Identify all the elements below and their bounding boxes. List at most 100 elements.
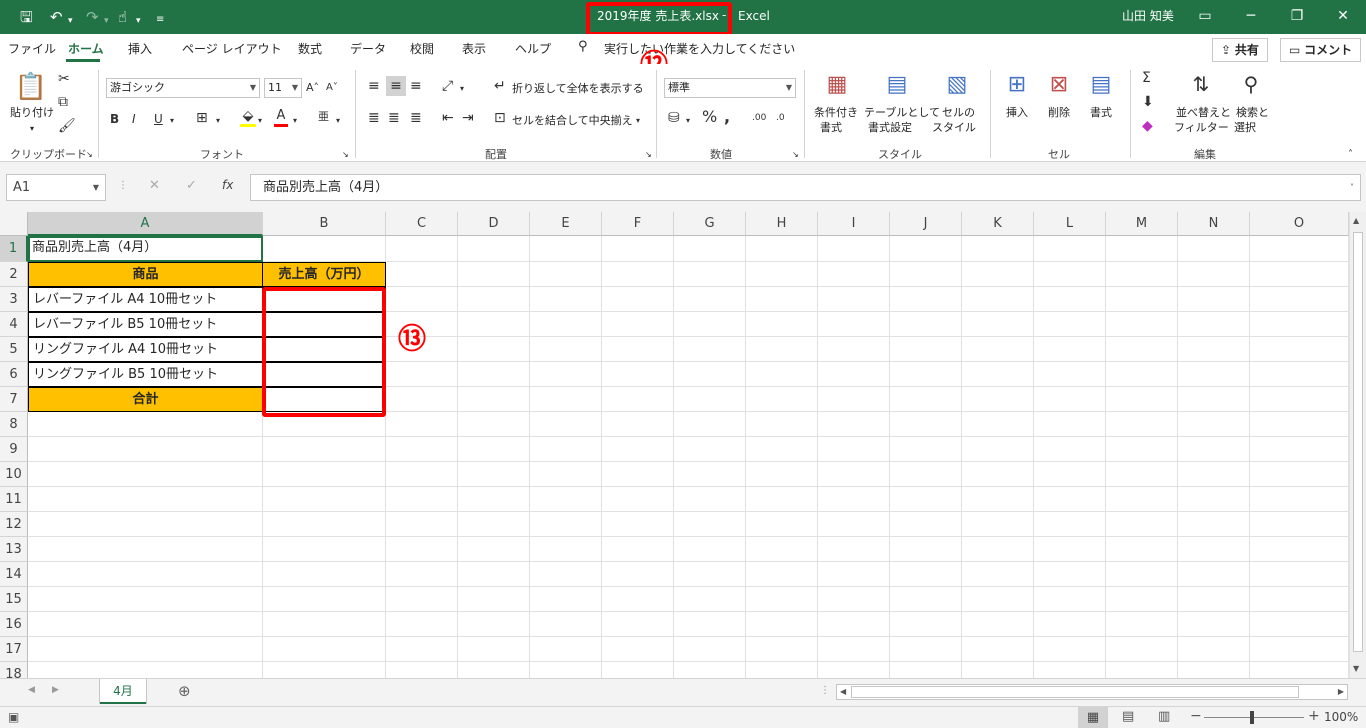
cell-B1[interactable] [263,236,386,262]
column-header-N[interactable]: N [1178,212,1250,236]
cell-styles-icon[interactable]: ▧ [942,72,972,98]
cell-M9[interactable] [1106,437,1178,462]
cell-G15[interactable] [674,587,746,612]
scroll-up-icon[interactable]: ▲ [1353,216,1359,225]
align-bottom-icon[interactable]: ≡ [410,78,422,94]
cell-D18[interactable] [458,662,530,678]
total-label[interactable]: 合計 [28,387,263,412]
cell-H5[interactable] [746,337,818,362]
cell-N5[interactable] [1178,337,1250,362]
cell-N13[interactable] [1178,537,1250,562]
italic-icon[interactable]: I [132,111,136,127]
product-cell-1[interactable]: レバーファイル A4 10冊セット [28,287,263,312]
cell-I11[interactable] [818,487,890,512]
sheet-tab-april[interactable]: 4月 [100,679,146,704]
cell-G18[interactable] [674,662,746,678]
cell-M1[interactable] [1106,236,1178,262]
expand-formula-bar-icon[interactable]: ˅ [1350,175,1354,200]
cell-K11[interactable] [962,487,1034,512]
cell-H6[interactable] [746,362,818,387]
cell-E3[interactable] [530,287,602,312]
cell-C9[interactable] [386,437,458,462]
cell-G7[interactable] [674,387,746,412]
cell-I9[interactable] [818,437,890,462]
cell-H15[interactable] [746,587,818,612]
conditional-formatting-button[interactable]: 条件付き [814,106,858,119]
redo-dropdown-icon[interactable]: ▾ [104,11,109,31]
cell-J14[interactable] [890,562,962,587]
cell-M4[interactable] [1106,312,1178,337]
cell-F13[interactable] [602,537,674,562]
row-header-13[interactable]: 13 [0,537,28,562]
orientation-dropdown-icon[interactable]: ▾ [460,81,464,97]
cell-K9[interactable] [962,437,1034,462]
cell-F18[interactable] [602,662,674,678]
cell-A15[interactable] [28,587,263,612]
cell-D1[interactable] [458,236,530,262]
cell-D2[interactable] [458,262,530,287]
cell-L1[interactable] [1034,236,1106,262]
vertical-scrollbar[interactable]: ▲ ▼ [1349,212,1366,678]
phonetic-guide-icon[interactable]: 亜 [318,109,329,125]
cell-H12[interactable] [746,512,818,537]
column-header-F[interactable]: F [602,212,674,236]
cell-O5[interactable] [1250,337,1349,362]
cell-O3[interactable] [1250,287,1349,312]
cell-B18[interactable] [263,662,386,678]
tab-split-grip-icon[interactable]: ⋮ [820,685,830,696]
cell-D13[interactable] [458,537,530,562]
cell-N16[interactable] [1178,612,1250,637]
column-header-D[interactable]: D [458,212,530,236]
cell-G4[interactable] [674,312,746,337]
cell-D7[interactable] [458,387,530,412]
increase-indent-icon[interactable]: ⇥ [462,110,474,126]
insert-cells-button[interactable]: 挿入 [1006,106,1028,119]
cell-G16[interactable] [674,612,746,637]
cell-B15[interactable] [263,587,386,612]
cell-D5[interactable] [458,337,530,362]
column-header-K[interactable]: K [962,212,1034,236]
cell-N18[interactable] [1178,662,1250,678]
row-header-2[interactable]: 2 [0,262,28,287]
cell-L7[interactable] [1034,387,1106,412]
phonetic-dropdown-icon[interactable]: ▾ [336,113,340,129]
cell-I14[interactable] [818,562,890,587]
undo-icon[interactable]: ↶ [50,7,63,27]
cell-G12[interactable] [674,512,746,537]
column-header-O[interactable]: O [1250,212,1349,236]
cell-A18[interactable] [28,662,263,678]
cell-L14[interactable] [1034,562,1106,587]
save-icon[interactable]: 🖫 [20,7,33,27]
accounting-format-icon[interactable]: ⛁ [668,110,680,126]
find-select-button[interactable]: 検索と [1236,106,1269,119]
cell-J17[interactable] [890,637,962,662]
cell-I5[interactable] [818,337,890,362]
cell-O2[interactable] [1250,262,1349,287]
cell-I3[interactable] [818,287,890,312]
cell-E17[interactable] [530,637,602,662]
cell-F17[interactable] [602,637,674,662]
cell-L5[interactable] [1034,337,1106,362]
paste-dropdown-icon[interactable]: ▾ [30,122,34,135]
product-cell-4[interactable]: リングファイル B5 10冊セット [28,362,263,387]
cell-N12[interactable] [1178,512,1250,537]
increase-font-icon[interactable]: A˄ [306,80,319,96]
row-header-14[interactable]: 14 [0,562,28,587]
cell-I12[interactable] [818,512,890,537]
cell-J11[interactable] [890,487,962,512]
cell-K15[interactable] [962,587,1034,612]
cancel-entry-icon[interactable]: ✕ [149,178,160,193]
row-header-10[interactable]: 10 [0,462,28,487]
row-header-16[interactable]: 16 [0,612,28,637]
cell-M5[interactable] [1106,337,1178,362]
row-header-3[interactable]: 3 [0,287,28,312]
cell-O13[interactable] [1250,537,1349,562]
cell-O4[interactable] [1250,312,1349,337]
product-cell-2[interactable]: レバーファイル B5 10冊セット [28,312,263,337]
cell-N6[interactable] [1178,362,1250,387]
cell-J5[interactable] [890,337,962,362]
cell-D14[interactable] [458,562,530,587]
conditional-formatting-icon[interactable]: ▦ [822,72,852,98]
collapse-ribbon-icon[interactable]: ˄ [1348,148,1353,161]
cell-G1[interactable] [674,236,746,262]
